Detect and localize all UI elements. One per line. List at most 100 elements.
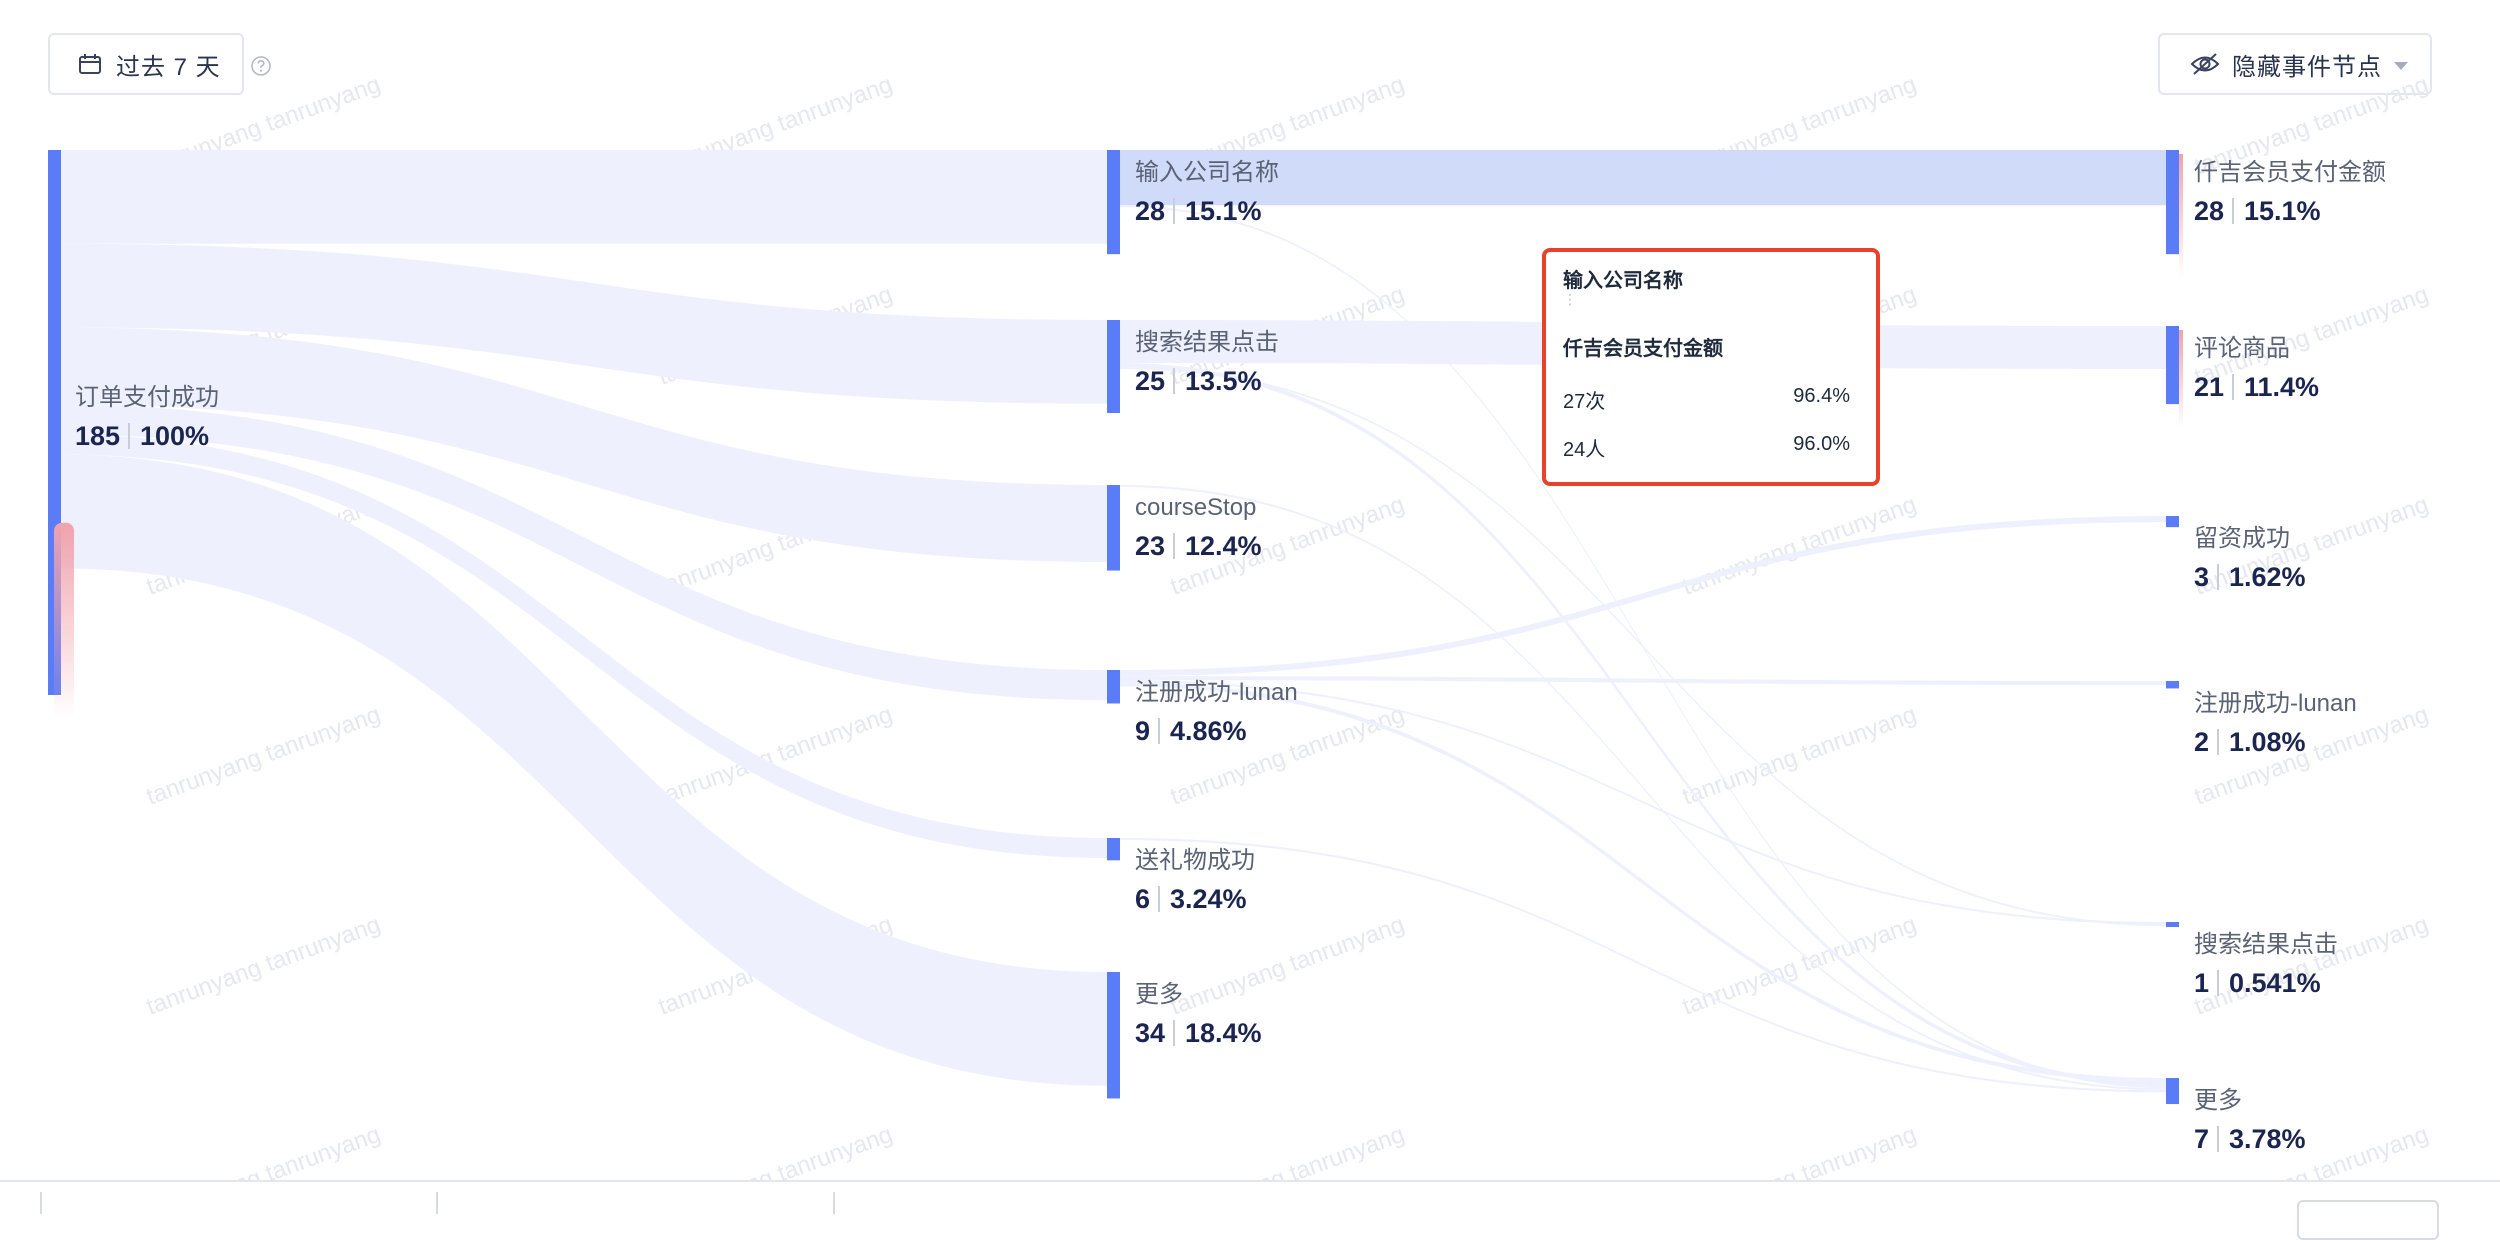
tooltip-target: 仟吉会员支付金额 (1563, 338, 1723, 360)
watermark-text: tanrunyang tanrunyang (143, 911, 384, 1021)
dropoff-indicator (2179, 154, 2183, 279)
node-label: courseStop (1135, 494, 1256, 521)
watermark-text: tanrunyang tanrunyang (1167, 1121, 1408, 1180)
node-percent: 4.86% (1170, 716, 1247, 746)
node-count: 25 (1135, 366, 1165, 396)
watermark-text: tanrunyang tanrunyang (1679, 1121, 1920, 1180)
node-count: 21 (2194, 372, 2224, 402)
node-label: 注册成功-lunan (1135, 679, 1298, 706)
node-bar[interactable] (1107, 838, 1120, 861)
tooltip-connector-icon: ⋮ (1563, 291, 1577, 307)
tooltip-source: 输入公司名称 (1563, 270, 1683, 292)
watermark-text: tanrunyang tanrunyang (1679, 491, 1920, 601)
value-separator (1158, 718, 1160, 744)
tab-divider (833, 1192, 835, 1214)
value-separator (2217, 729, 2219, 755)
node-count: 9 (1135, 716, 1150, 746)
node-percent: 18.4% (1185, 1018, 1262, 1048)
node-count: 28 (1135, 196, 1165, 226)
node-percent: 3.24% (1170, 884, 1247, 914)
node-bar[interactable] (1107, 485, 1120, 571)
node-percent: 12.4% (1185, 531, 1262, 561)
watermark-text: tanrunyang tanrunyang (2191, 701, 2432, 811)
flow-link[interactable] (1120, 680, 2166, 925)
node-label: 注册成功-lunan (2194, 690, 2357, 717)
value-separator (1173, 1020, 1175, 1046)
watermark-text: tanrunyang tanrunyang (143, 1121, 384, 1180)
node-label: 更多 (1135, 981, 1183, 1008)
flow-link[interactable] (61, 150, 1107, 244)
node-bar[interactable] (2166, 150, 2179, 255)
tooltip-times: 27次 (1563, 391, 1606, 413)
flow-link[interactable] (1120, 682, 2166, 1083)
node-count: 6 (1135, 884, 1150, 914)
node-bar[interactable] (1107, 150, 1120, 255)
node-label: 留资成功 (2194, 525, 2290, 552)
node-bar[interactable] (1107, 670, 1120, 704)
node-count: 3 (2194, 562, 2209, 592)
node-label: 搜索结果点击 (2194, 931, 2338, 958)
watermark-text: tanrunyang tanrunyang (2191, 1121, 2432, 1180)
tab-divider (436, 1192, 438, 1214)
link-tooltip: 输入公司名称 ⋮ 仟吉会员支付金额 27次 96.4% 24人 96.0% (1542, 248, 1880, 486)
watermark-text: tanrunyang tanrunyang (1167, 911, 1408, 1021)
watermark-text: tanrunyang tanrunyang (2191, 911, 2432, 1021)
node-label: 搜索结果点击 (1135, 329, 1279, 356)
value-separator (2217, 970, 2219, 996)
value-separator (1158, 886, 1160, 912)
node-percent: 15.1% (1185, 196, 1262, 226)
node-count: 34 (1135, 1018, 1165, 1048)
bottom-tab-bar (0, 1180, 2500, 1240)
node-label: 送礼物成功 (1135, 847, 1255, 874)
bottom-action-button[interactable] (2297, 1200, 2439, 1240)
node-bar[interactable] (2166, 326, 2179, 405)
node-percent: 100% (140, 421, 209, 451)
node-percent: 0.541% (2229, 968, 2321, 998)
node-label: 订单支付成功 (75, 384, 219, 411)
tooltip-users-row: 24人 96.0% (1563, 433, 1850, 462)
node-percent: 11.4% (2244, 372, 2319, 402)
node-count: 7 (2194, 1124, 2209, 1154)
node-percent: 3.78% (2229, 1124, 2306, 1154)
node-count: 2 (2194, 727, 2209, 757)
node-count: 1 (2194, 968, 2209, 998)
dropoff-indicator (2179, 330, 2183, 429)
node-label: 更多 (2194, 1087, 2242, 1114)
value-separator (2232, 198, 2234, 224)
tooltip-users-pct: 96.0% (1793, 433, 1850, 455)
node-bar[interactable] (2166, 681, 2179, 689)
node-bar[interactable] (2166, 1078, 2179, 1105)
value-separator (1173, 368, 1175, 394)
watermark-text: tanrunyang tanrunyang (1679, 911, 1920, 1021)
value-separator (2232, 374, 2234, 400)
value-separator (2217, 1126, 2219, 1152)
node-label: 输入公司名称 (1135, 159, 1279, 186)
node-label: 仟吉会员支付金额 (2194, 159, 2386, 186)
node-percent: 13.5% (1185, 366, 1262, 396)
node-bar[interactable] (1107, 320, 1120, 413)
node-label: 评论商品 (2194, 335, 2290, 362)
node-bar[interactable] (2166, 516, 2179, 528)
value-separator (2217, 564, 2219, 590)
dropoff-indicator (54, 522, 74, 720)
value-separator (1173, 198, 1175, 224)
node-count: 185 (75, 421, 120, 451)
node-bar[interactable] (2166, 922, 2179, 927)
flow-link[interactable] (1120, 485, 2166, 1091)
node-percent: 15.1% (2244, 196, 2321, 226)
node-count: 23 (1135, 531, 1165, 561)
watermark-text: tanrunyang tanrunyang (1679, 701, 1920, 811)
tooltip-times-row: 27次 96.4% (1563, 385, 1850, 414)
node-count: 28 (2194, 196, 2224, 226)
tab-divider (40, 1192, 42, 1214)
value-separator (128, 423, 130, 449)
node-percent: 1.62% (2229, 562, 2306, 592)
tooltip-users: 24人 (1563, 439, 1606, 461)
node-percent: 1.08% (2229, 727, 2306, 757)
watermark-text: tanrunyang tanrunyang (143, 701, 384, 811)
node-bar[interactable] (1107, 972, 1120, 1099)
tooltip-times-pct: 96.4% (1793, 385, 1850, 407)
sankey-chart: tanrunyang tanrunyang tanrunyang tanrunya… (48, 71, 2432, 1180)
watermark-text: tanrunyang tanrunyang (655, 1121, 896, 1180)
value-separator (1173, 533, 1175, 559)
